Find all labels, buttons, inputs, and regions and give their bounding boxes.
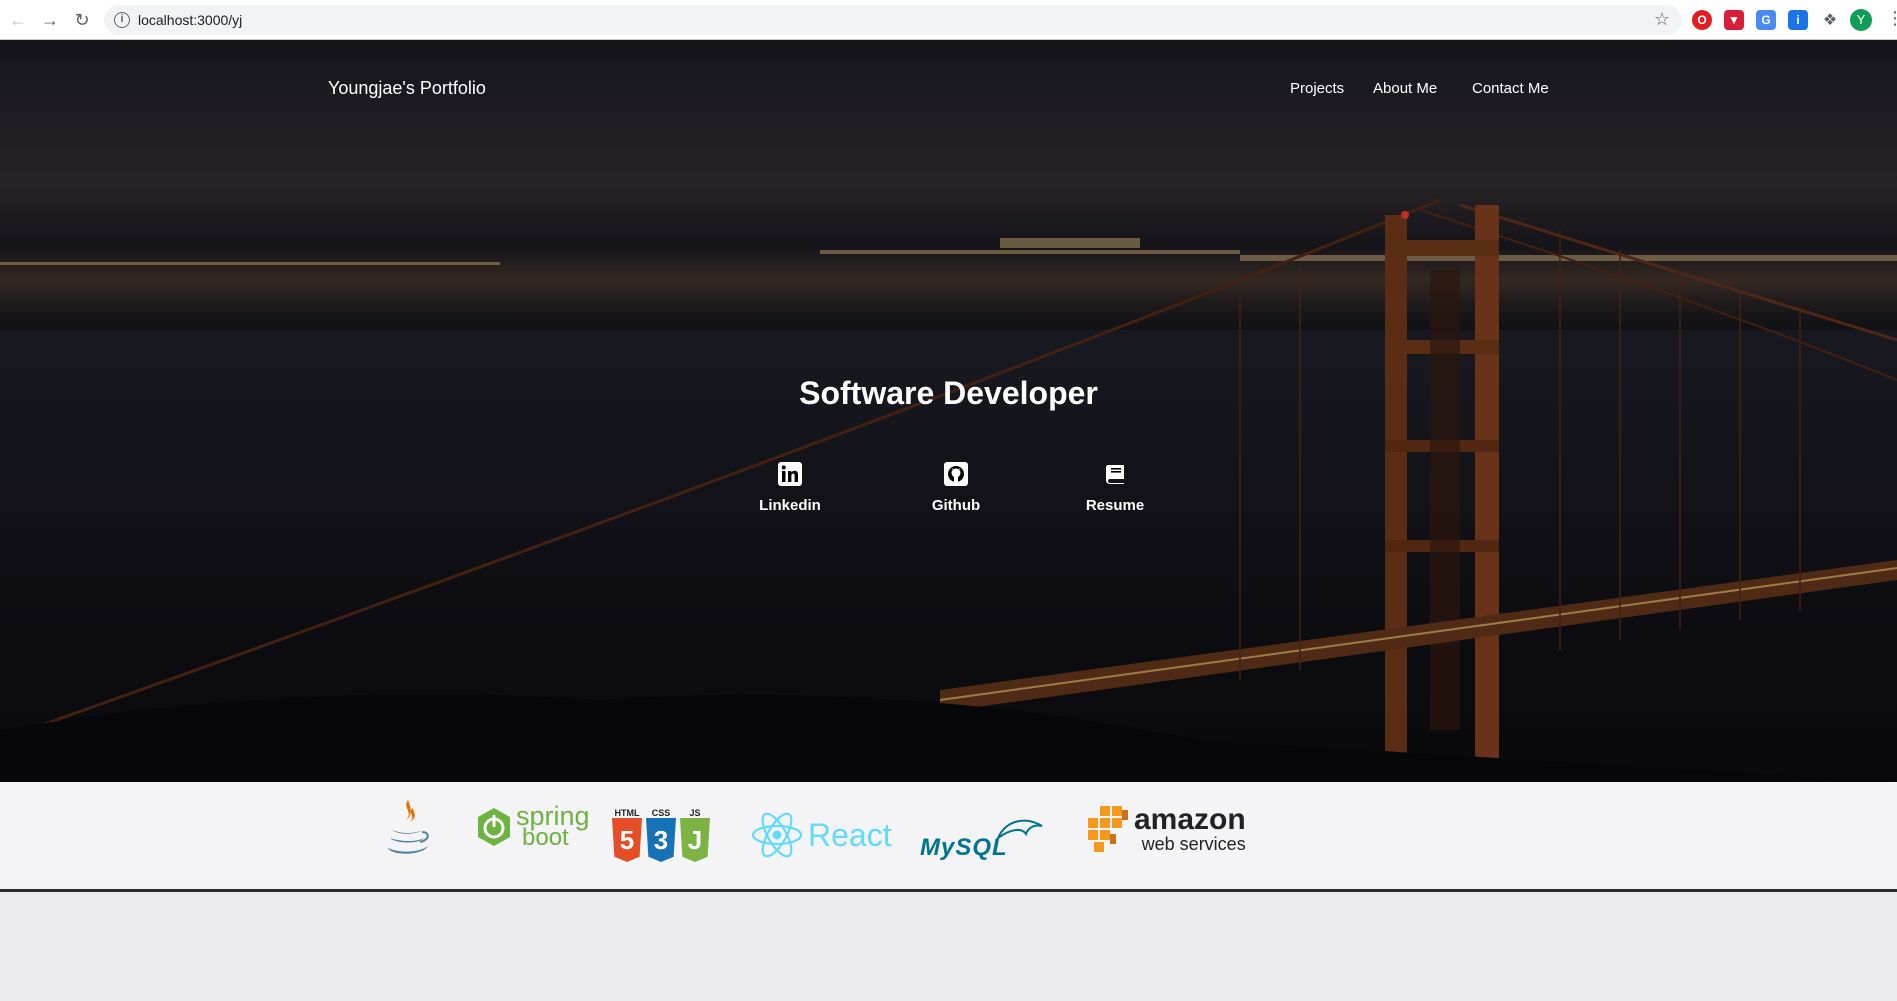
resume-link[interactable]: Resume	[1060, 461, 1170, 514]
aws-cubes-icon	[1088, 806, 1128, 852]
profile-avatar[interactable]: Y	[1850, 9, 1872, 31]
tech-stack-bar: spring boot HTML 5 CSS 3 JS J React MySQ…	[0, 782, 1897, 892]
mysql-logo: MySQL	[920, 814, 1046, 864]
linkedin-icon	[777, 461, 803, 487]
browser-toolbar: ← → ↻ i localhost:3000/yj ☆ O ▼ G i ❖ Y …	[0, 0, 1897, 40]
extensions-puzzle-icon[interactable]: ❖	[1820, 10, 1840, 30]
github-link[interactable]: Github	[901, 461, 1011, 514]
nav-link-about[interactable]: About Me	[1373, 80, 1437, 97]
hero-section: Youngjae's Portfolio Projects About Me C…	[0, 40, 1897, 782]
linkedin-label: Linkedin	[759, 497, 821, 514]
back-arrow-icon[interactable]: ←	[6, 8, 30, 32]
hero-headline: Software Developer	[799, 375, 1098, 411]
opera-extension-icon[interactable]: O	[1692, 10, 1712, 30]
reload-icon[interactable]: ↻	[70, 8, 94, 32]
aws-logo: amazon web services	[1086, 804, 1246, 860]
java-logo	[382, 798, 432, 862]
nav-link-projects[interactable]: Projects	[1290, 80, 1344, 97]
resume-label: Resume	[1085, 497, 1145, 514]
nav-link-contact[interactable]: Contact Me	[1472, 80, 1549, 97]
react-atom-icon	[751, 812, 803, 858]
linkedin-link[interactable]: Linkedin	[735, 461, 845, 514]
forward-arrow-icon[interactable]: →	[38, 8, 62, 32]
dolphin-icon	[996, 819, 1043, 841]
url-text[interactable]: localhost:3000/yj	[138, 12, 242, 28]
bookmark-star-icon[interactable]: ☆	[1654, 9, 1670, 30]
site-info-icon[interactable]: i	[114, 12, 130, 28]
menu-kebab-icon[interactable]: ⋮	[1886, 8, 1897, 29]
info-extension-icon[interactable]: i	[1788, 10, 1808, 30]
site-brand[interactable]: Youngjae's Portfolio	[328, 78, 486, 99]
page-bottom-area	[0, 895, 1897, 1001]
spring-boot-logo: spring boot	[474, 803, 590, 850]
address-bar[interactable]: i localhost:3000/yj ☆	[104, 5, 1682, 35]
ublock-extension-icon[interactable]: ▼	[1724, 10, 1744, 30]
book-icon	[1102, 461, 1128, 487]
react-logo: React	[750, 808, 892, 862]
translate-extension-icon[interactable]: G	[1756, 10, 1776, 30]
github-label: Github	[931, 497, 981, 514]
html-css-js-logo: HTML 5 CSS 3 JS J	[612, 808, 710, 862]
github-icon	[943, 461, 969, 487]
